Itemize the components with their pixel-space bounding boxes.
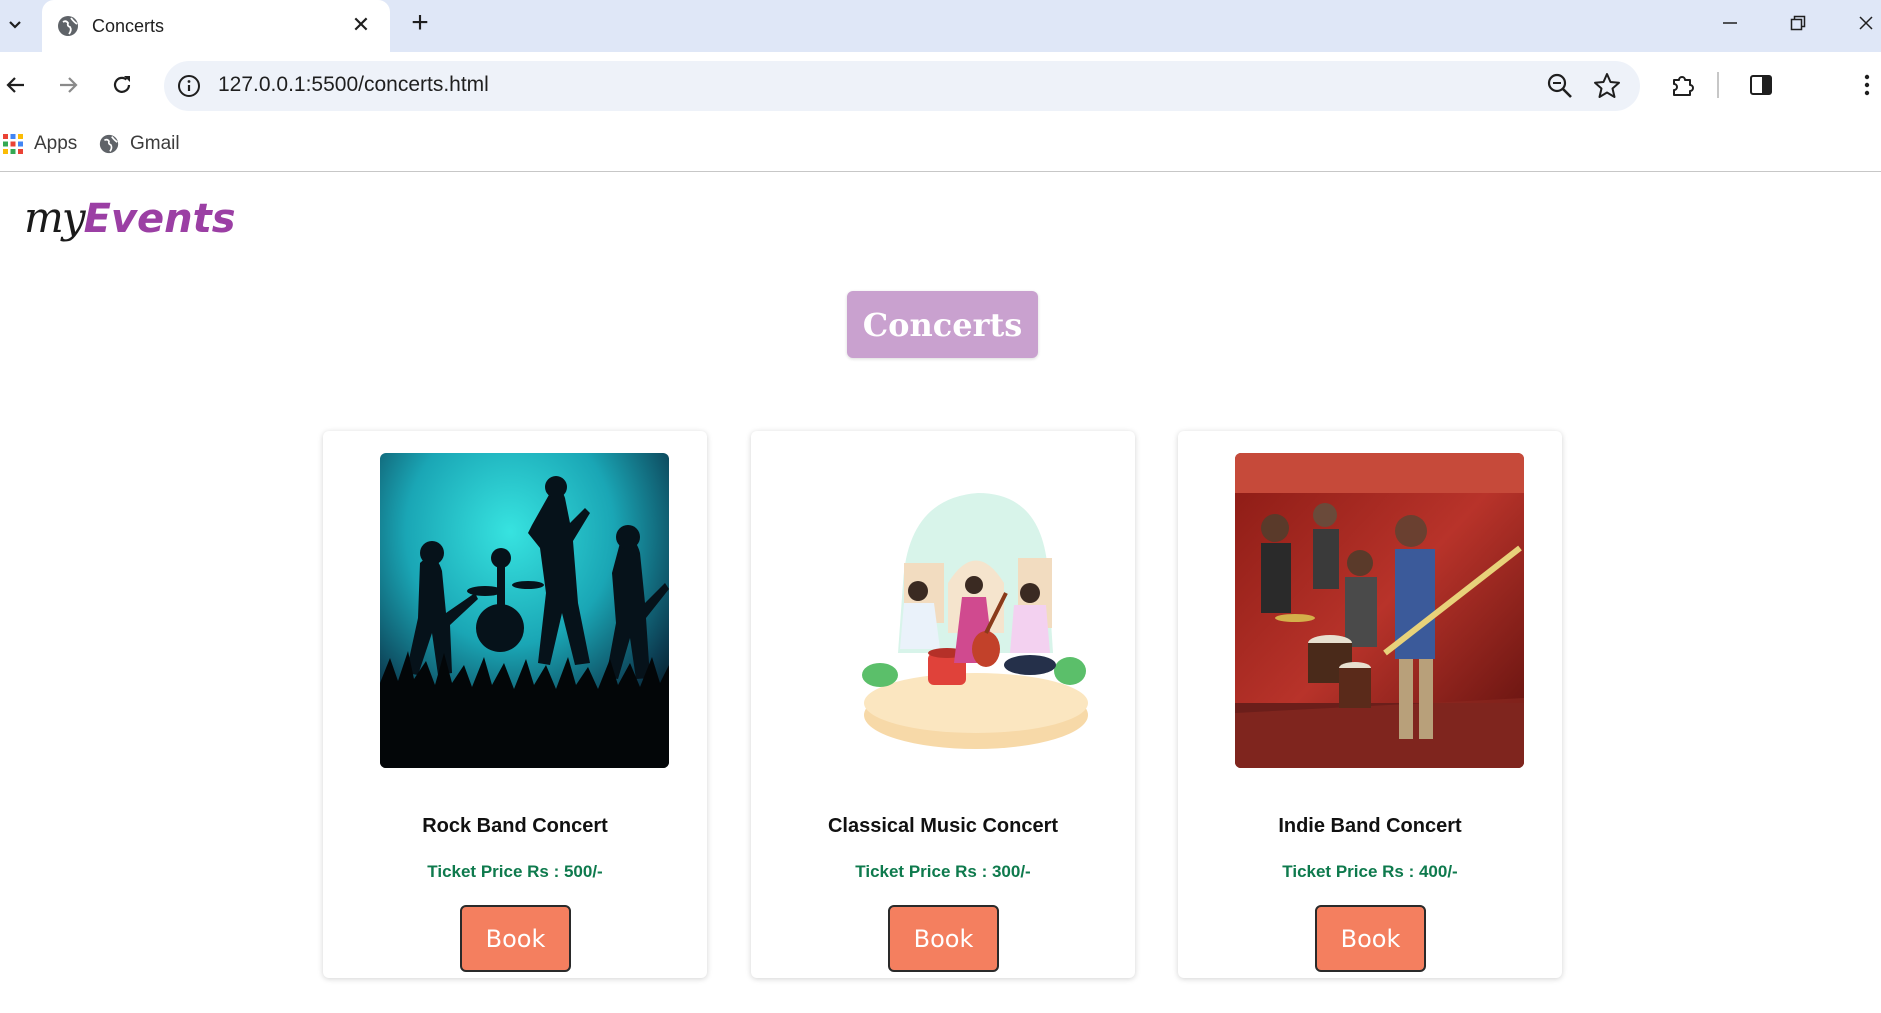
browser-tab-active[interactable]: Concerts ✕ bbox=[42, 0, 390, 52]
window-close-icon[interactable] bbox=[1846, 8, 1881, 38]
address-bar[interactable]: 127.0.0.1:5500/concerts.html bbox=[164, 61, 1640, 111]
bookmarks-bar: Apps Gmail bbox=[0, 118, 1881, 172]
url-text[interactable]: 127.0.0.1:5500/concerts.html bbox=[218, 73, 489, 97]
minimize-icon[interactable] bbox=[1710, 8, 1750, 38]
ticket-price: Ticket Price Rs : 300/- bbox=[855, 862, 1031, 881]
tab-close-icon[interactable]: ✕ bbox=[348, 12, 374, 38]
restore-icon[interactable] bbox=[1778, 8, 1818, 38]
bookmark-apps[interactable]: Apps bbox=[2, 129, 77, 159]
logo-my-text: my bbox=[24, 193, 86, 242]
bookmark-apps-label: Apps bbox=[34, 133, 78, 154]
back-arrow-icon[interactable] bbox=[0, 69, 32, 101]
logo-events-text: Events bbox=[83, 196, 236, 242]
rock-band-silhouette-image bbox=[380, 453, 669, 768]
classical-musicians-illustration-image bbox=[808, 453, 1097, 768]
globe-icon bbox=[99, 134, 119, 154]
new-tab-plus-icon[interactable]: + bbox=[406, 6, 434, 40]
zoom-icon[interactable] bbox=[1546, 72, 1574, 100]
bookmark-gmail-label: Gmail bbox=[130, 133, 180, 154]
browser-tab-bar: Concerts ✕ + bbox=[0, 0, 1881, 52]
forward-arrow-icon[interactable] bbox=[52, 69, 84, 101]
ticket-price: Ticket Price Rs : 500/- bbox=[427, 862, 603, 881]
concert-card: Classical Music Concert Ticket Price Rs … bbox=[751, 431, 1135, 978]
concert-name: Rock Band Concert bbox=[422, 815, 608, 837]
tab-search-chevron-icon[interactable] bbox=[0, 4, 30, 44]
bookmark-gmail[interactable]: Gmail bbox=[98, 129, 180, 159]
book-button[interactable]: Book bbox=[1315, 905, 1426, 972]
page-title: Concerts bbox=[847, 291, 1038, 358]
book-button[interactable]: Book bbox=[460, 905, 571, 972]
side-panel-icon[interactable] bbox=[1744, 68, 1778, 102]
globe-icon bbox=[58, 16, 78, 36]
concert-name: Classical Music Concert bbox=[827, 815, 1059, 837]
concert-name: Indie Band Concert bbox=[1278, 815, 1462, 837]
book-button[interactable]: Book bbox=[888, 905, 999, 972]
extensions-puzzle-icon[interactable] bbox=[1666, 68, 1700, 102]
bookmark-star-icon[interactable] bbox=[1592, 71, 1622, 101]
site-info-icon[interactable] bbox=[176, 73, 202, 99]
toolbar-divider bbox=[1716, 68, 1720, 102]
concert-card: Rock Band Concert Ticket Price Rs : 500/… bbox=[323, 431, 707, 978]
ticket-price: Ticket Price Rs : 400/- bbox=[1282, 862, 1458, 881]
apps-grid-icon bbox=[3, 134, 23, 154]
reload-icon[interactable] bbox=[106, 69, 138, 101]
concert-card: Indie Band Concert Ticket Price Rs : 400… bbox=[1178, 431, 1562, 978]
site-logo[interactable]: myEvents bbox=[24, 193, 236, 257]
menu-kebab-icon[interactable] bbox=[1850, 68, 1881, 102]
indie-band-photo-image bbox=[1235, 453, 1524, 768]
page-content: myEvents Concerts Rock Band Concert Tick… bbox=[0, 173, 1881, 1013]
browser-toolbar: 127.0.0.1:5500/concerts.html bbox=[0, 52, 1881, 118]
tab-title: Concerts bbox=[92, 15, 165, 36]
